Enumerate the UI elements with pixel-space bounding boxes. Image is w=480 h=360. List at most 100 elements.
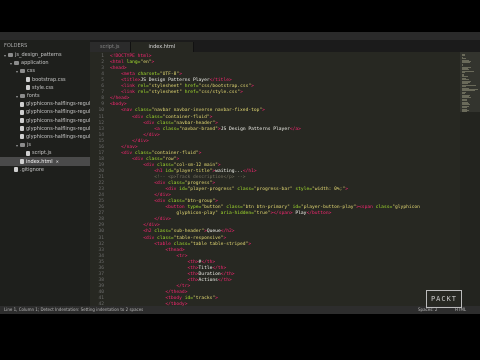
file-icon xyxy=(20,159,24,165)
folder-icon xyxy=(20,94,25,99)
code-token: "player-progress" xyxy=(187,187,235,193)
code-token: > xyxy=(151,60,155,66)
code-token: Title xyxy=(198,265,213,271)
tree-item[interactable]: .gitignore xyxy=(0,166,90,174)
code-token: ><span xyxy=(356,205,373,211)
tree-item-label: script.js xyxy=(32,150,52,157)
code-token: Actions xyxy=(198,277,218,283)
code-token: <div xyxy=(143,120,155,126)
tree-item-label: glyphicons-halflings-regular.woff xyxy=(26,125,90,132)
folder-icon xyxy=(20,143,25,148)
code-token: <body> xyxy=(110,102,127,108)
code-token: id= xyxy=(181,296,194,301)
tree-item[interactable]: script.js xyxy=(0,149,90,157)
code-token: "btn btn-primary" xyxy=(242,205,290,211)
code-token: id= xyxy=(162,168,174,174)
code-token: > xyxy=(179,72,182,78)
tab-index-html[interactable]: index.html xyxy=(130,42,195,52)
file-icon xyxy=(26,77,30,83)
code-token: class= xyxy=(143,156,163,162)
file-icon xyxy=(20,101,24,107)
code-token: "navbar-header" xyxy=(173,120,216,126)
tree-item[interactable]: ▾ css xyxy=(0,67,90,75)
tree-item[interactable]: glyphicons-halflings-regular.woff2 xyxy=(0,133,90,141)
code-token: class= xyxy=(234,187,254,193)
code-token: class= xyxy=(223,205,243,211)
code-token: </h1> xyxy=(242,168,257,174)
tab-script-js[interactable]: script.js xyxy=(90,42,131,52)
tree-item[interactable]: ▾ js_design_patterns xyxy=(0,51,90,59)
status-message: Line 1, Column 1; Detect Indentation: Se… xyxy=(4,307,144,312)
watermark-text: PACKT xyxy=(430,295,458,303)
tree-item-label: glyphicons-halflings-regular.woff2 xyxy=(26,133,90,140)
minimap-line xyxy=(462,111,467,113)
code-token: <!-- <p>Track description</p> --> xyxy=(154,175,246,180)
code-token: ></span> xyxy=(270,211,293,217)
code-token: <div xyxy=(165,187,177,193)
code-token: rel= xyxy=(134,84,149,90)
code-token: </th> xyxy=(212,265,227,271)
code-token: > xyxy=(223,235,227,241)
code-token: href= xyxy=(181,90,199,96)
code-token: > xyxy=(248,241,252,247)
code-token: <h2 xyxy=(143,229,152,235)
code-token: "navbar-brand" xyxy=(179,126,218,132)
code-token: </head> xyxy=(110,96,130,102)
code-editor[interactable]: 1 <!DOCTYPE html> 2 <html lang="en"> 3 <head>… xyxy=(90,52,460,306)
code-token: > xyxy=(176,156,180,162)
code-token: </thead> xyxy=(165,289,188,295)
tree-item[interactable]: style.css xyxy=(0,84,90,92)
tree-item[interactable]: index.html ✕ xyxy=(0,157,90,166)
tree-item[interactable]: glyphicons-halflings-regular.woff xyxy=(0,125,90,133)
code-token: "player-button-play" xyxy=(300,205,357,211)
window-titlebar xyxy=(0,32,480,40)
tree-item[interactable]: ▾ application xyxy=(0,59,90,67)
tree-item[interactable]: glyphicons-halflings-regular.eot xyxy=(0,100,90,108)
code-token: <button xyxy=(165,205,185,211)
minimap[interactable] xyxy=(460,52,480,306)
tree-item[interactable]: ▾ js xyxy=(0,141,90,149)
code-token: lang= xyxy=(123,60,141,66)
tree-item[interactable]: bootstrap.css xyxy=(0,76,90,84)
code-token: > xyxy=(217,162,221,168)
code-token: > xyxy=(345,187,348,193)
folder-icon xyxy=(14,61,19,66)
code-token: "btn-group" xyxy=(184,199,216,205)
code-token: > xyxy=(215,120,218,126)
code-token: "progress" xyxy=(184,181,213,187)
tree-item-label: index.html xyxy=(26,158,53,165)
file-icon xyxy=(20,134,24,140)
tree-item[interactable]: ▾ fonts xyxy=(0,92,90,100)
code-token: <div xyxy=(132,114,144,120)
close-icon[interactable]: ✕ xyxy=(56,159,59,164)
file-icon xyxy=(14,167,18,173)
code-token: id= xyxy=(176,187,188,193)
tree-item[interactable]: glyphicons-halflings-regular.svg xyxy=(0,108,90,116)
tree-item[interactable]: glyphicons-halflings-regular.ttf xyxy=(0,117,90,125)
code-token: <thead> xyxy=(165,247,185,253)
tree-item-label: glyphicons-halflings-regular.svg xyxy=(26,109,90,116)
code-token: > xyxy=(209,114,213,120)
sidebar-header: FOLDERS xyxy=(4,43,28,49)
minimap-line xyxy=(462,62,470,64)
code-token: charset= xyxy=(134,72,160,78)
code-token: > xyxy=(215,296,218,301)
file-icon xyxy=(20,118,24,124)
code-token: "tracks" xyxy=(193,296,216,301)
code-token: class= xyxy=(165,181,185,187)
code-token: </title> xyxy=(209,78,232,84)
